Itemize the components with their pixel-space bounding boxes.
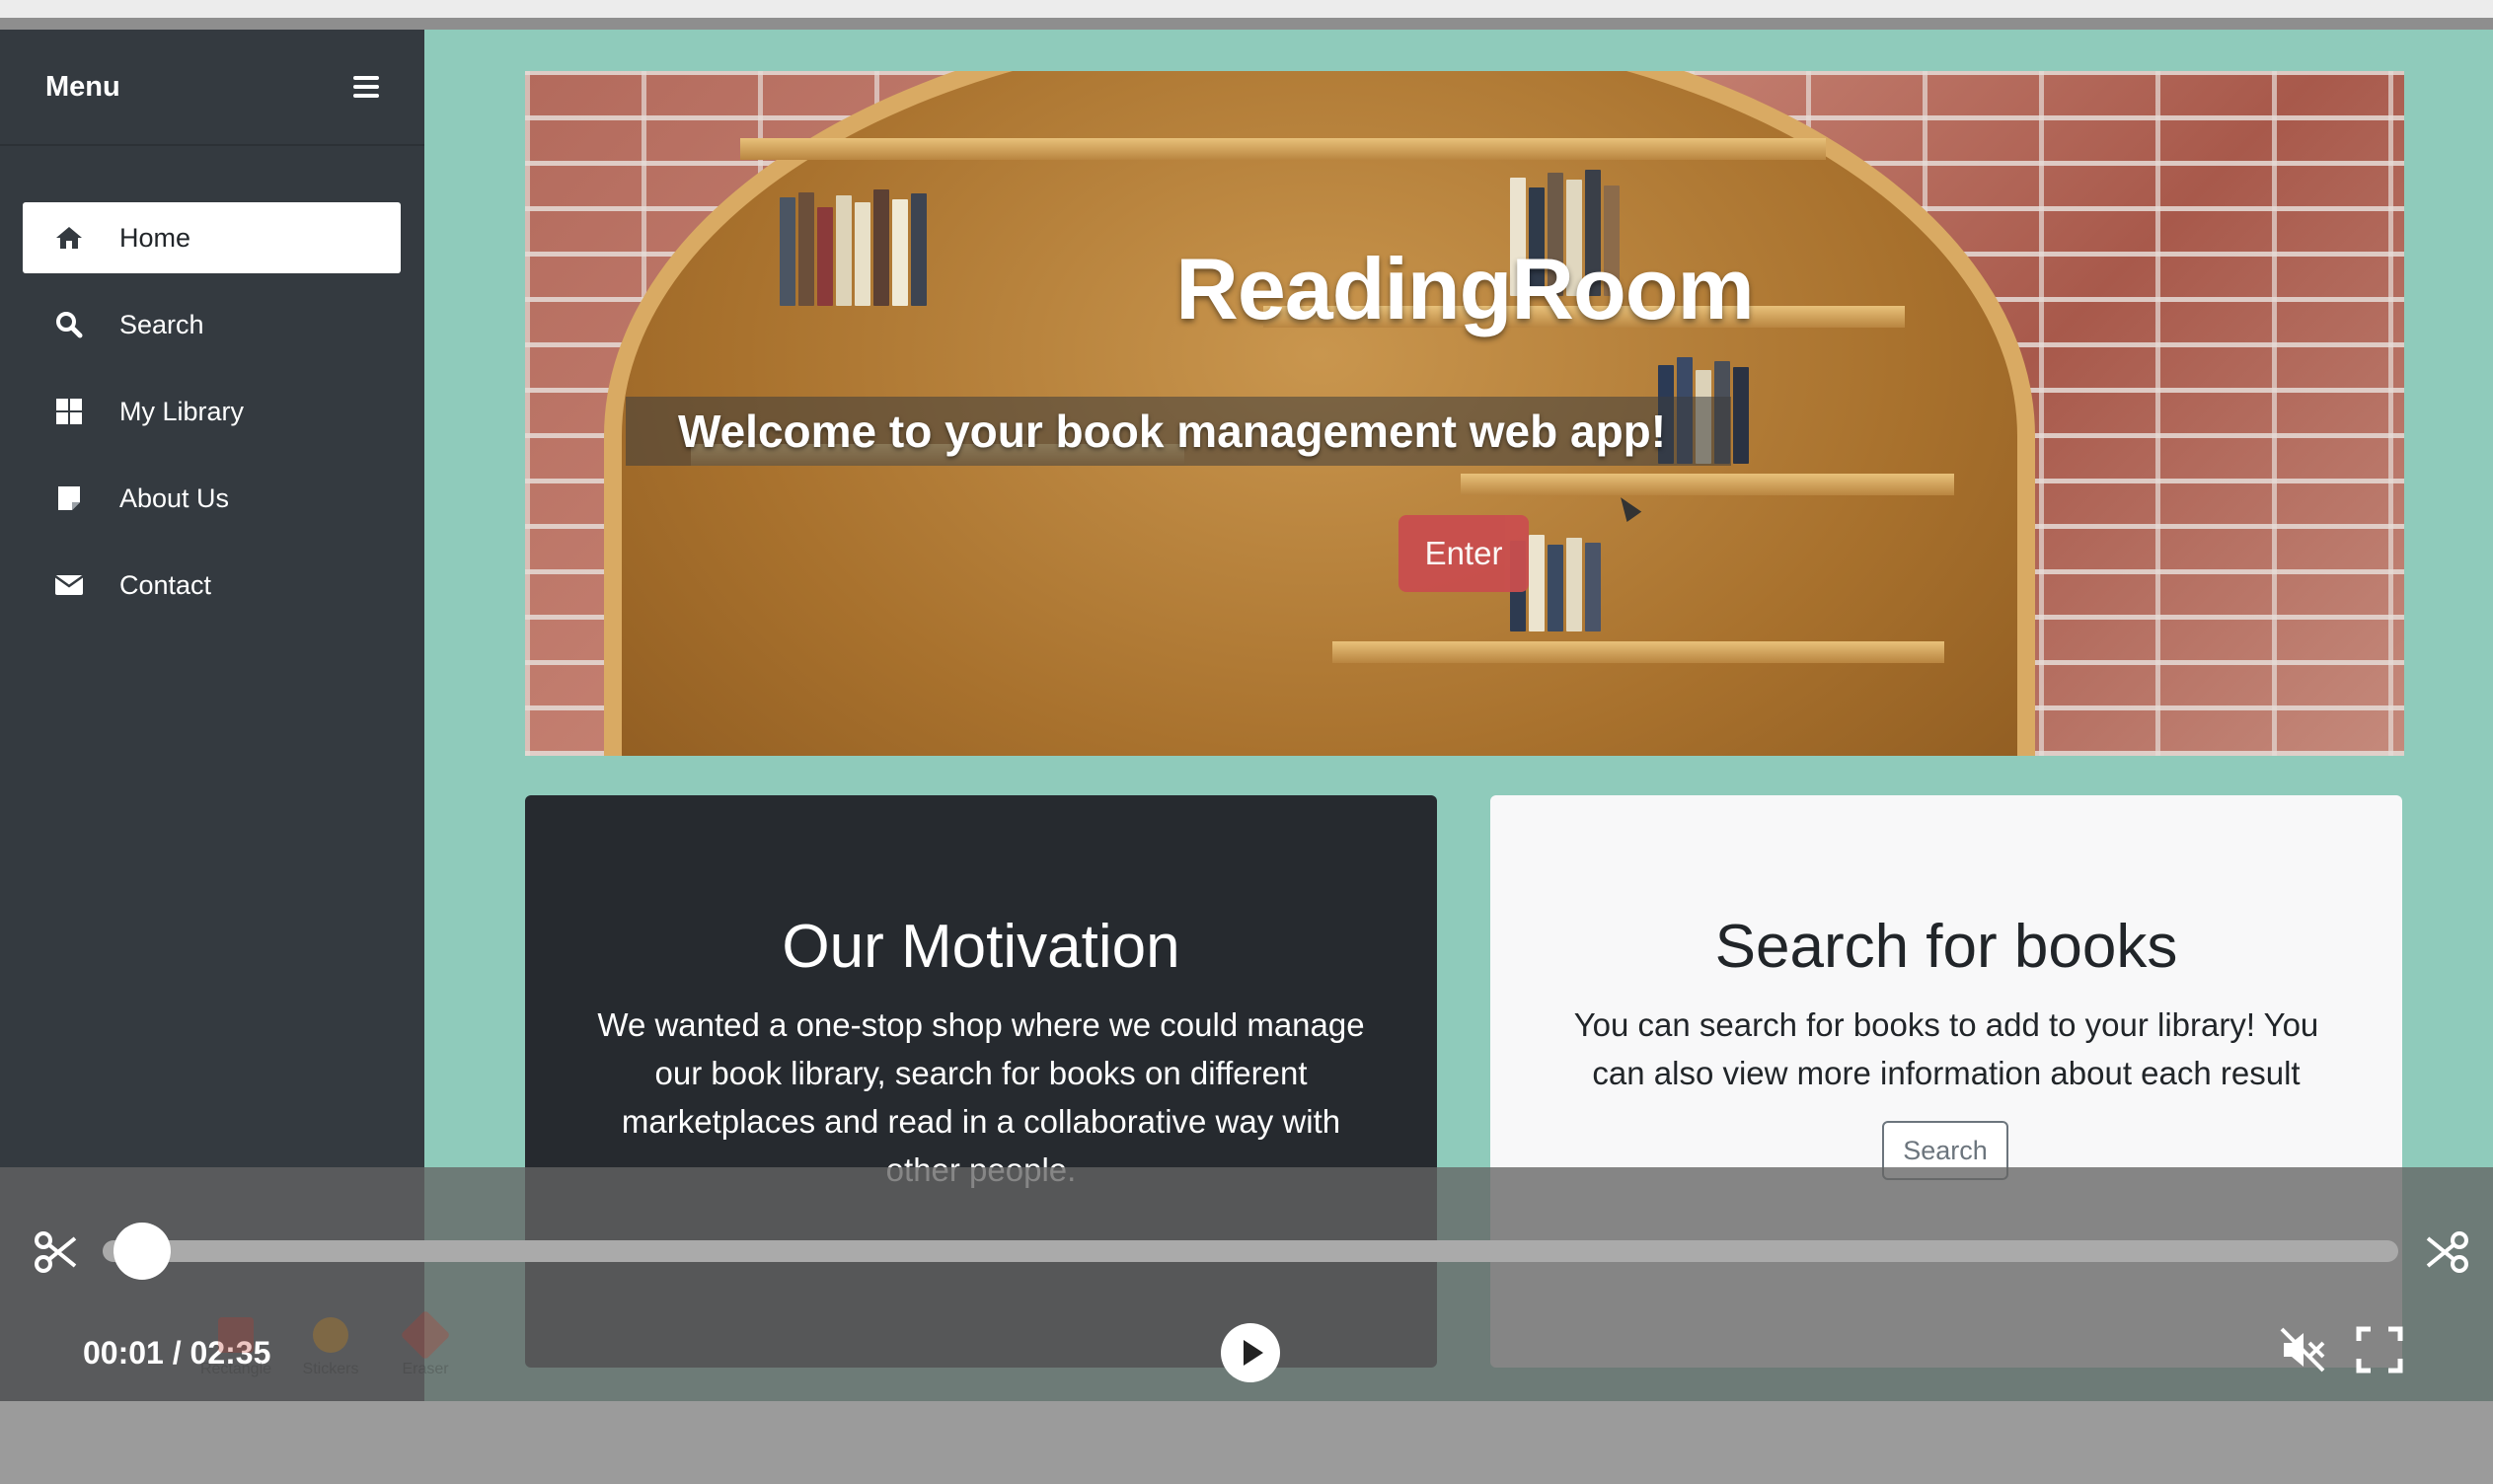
sidebar-item-label: Search xyxy=(119,309,204,339)
sidebar-item-my-library[interactable]: My Library xyxy=(23,376,401,447)
play-button[interactable] xyxy=(1221,1323,1280,1382)
hamburger-menu-icon[interactable] xyxy=(353,76,379,98)
rectangle-icon xyxy=(218,1317,254,1353)
top-divider xyxy=(0,18,2493,30)
hero-banner: ReadingRoom Welcome to your book managem… xyxy=(525,71,2404,756)
home-icon xyxy=(52,221,86,255)
motivation-title: Our Motivation xyxy=(782,913,1180,981)
sidebar-item-label: My Library xyxy=(119,396,245,426)
browser-top-strip xyxy=(0,0,2493,18)
hero-subtitle: Welcome to your book management web app! xyxy=(678,406,1667,457)
note-icon xyxy=(52,482,86,515)
progress-thumb[interactable] xyxy=(113,1223,171,1280)
sidebar-item-home[interactable]: Home xyxy=(23,202,401,273)
sidebar-nav: Home Search My Library About Us Contact xyxy=(23,202,401,636)
search-card-title: Search for books xyxy=(1714,913,2178,981)
tool-rectangle[interactable]: Rectangle xyxy=(191,1296,280,1394)
grid-icon xyxy=(52,395,86,428)
muted-speaker-icon[interactable] xyxy=(2278,1325,2327,1374)
scissors-icon[interactable] xyxy=(32,1228,79,1276)
tool-label: Stickers xyxy=(302,1361,359,1377)
sidebar-title: Menu xyxy=(45,70,120,103)
tool-stickers[interactable]: Stickers xyxy=(286,1296,375,1394)
eraser-icon xyxy=(400,1309,451,1361)
search-icon xyxy=(52,308,86,341)
progress-track[interactable] xyxy=(103,1240,2398,1262)
tool-eraser[interactable]: Eraser xyxy=(381,1296,470,1394)
search-card-text: You can search for books to add to your … xyxy=(1573,1006,2319,1091)
sidebar-item-search[interactable]: Search xyxy=(23,289,401,360)
sidebar-item-label: About Us xyxy=(119,482,230,513)
sticker-icon xyxy=(313,1317,348,1353)
fullscreen-icon[interactable] xyxy=(2355,1325,2404,1374)
hero-title: ReadingRoom xyxy=(1175,240,1754,337)
annotation-toolbar: Rectangle Stickers Eraser xyxy=(14,1296,618,1394)
sidebar-header: Menu xyxy=(0,30,424,146)
sidebar-item-label: Contact xyxy=(119,569,212,600)
sidebar-item-label: Home xyxy=(119,222,191,253)
tool-label: Rectangle xyxy=(199,1361,272,1377)
sidebar-item-about-us[interactable]: About Us xyxy=(23,463,401,534)
enter-button[interactable]: Enter xyxy=(1398,515,1529,592)
tool-label: Eraser xyxy=(402,1361,449,1377)
scissors-icon[interactable] xyxy=(2424,1228,2471,1276)
sidebar-item-contact[interactable]: Contact xyxy=(23,550,401,621)
envelope-icon xyxy=(52,568,86,602)
motivation-text: We wanted a one-stop shop where we could… xyxy=(597,1006,1365,1188)
